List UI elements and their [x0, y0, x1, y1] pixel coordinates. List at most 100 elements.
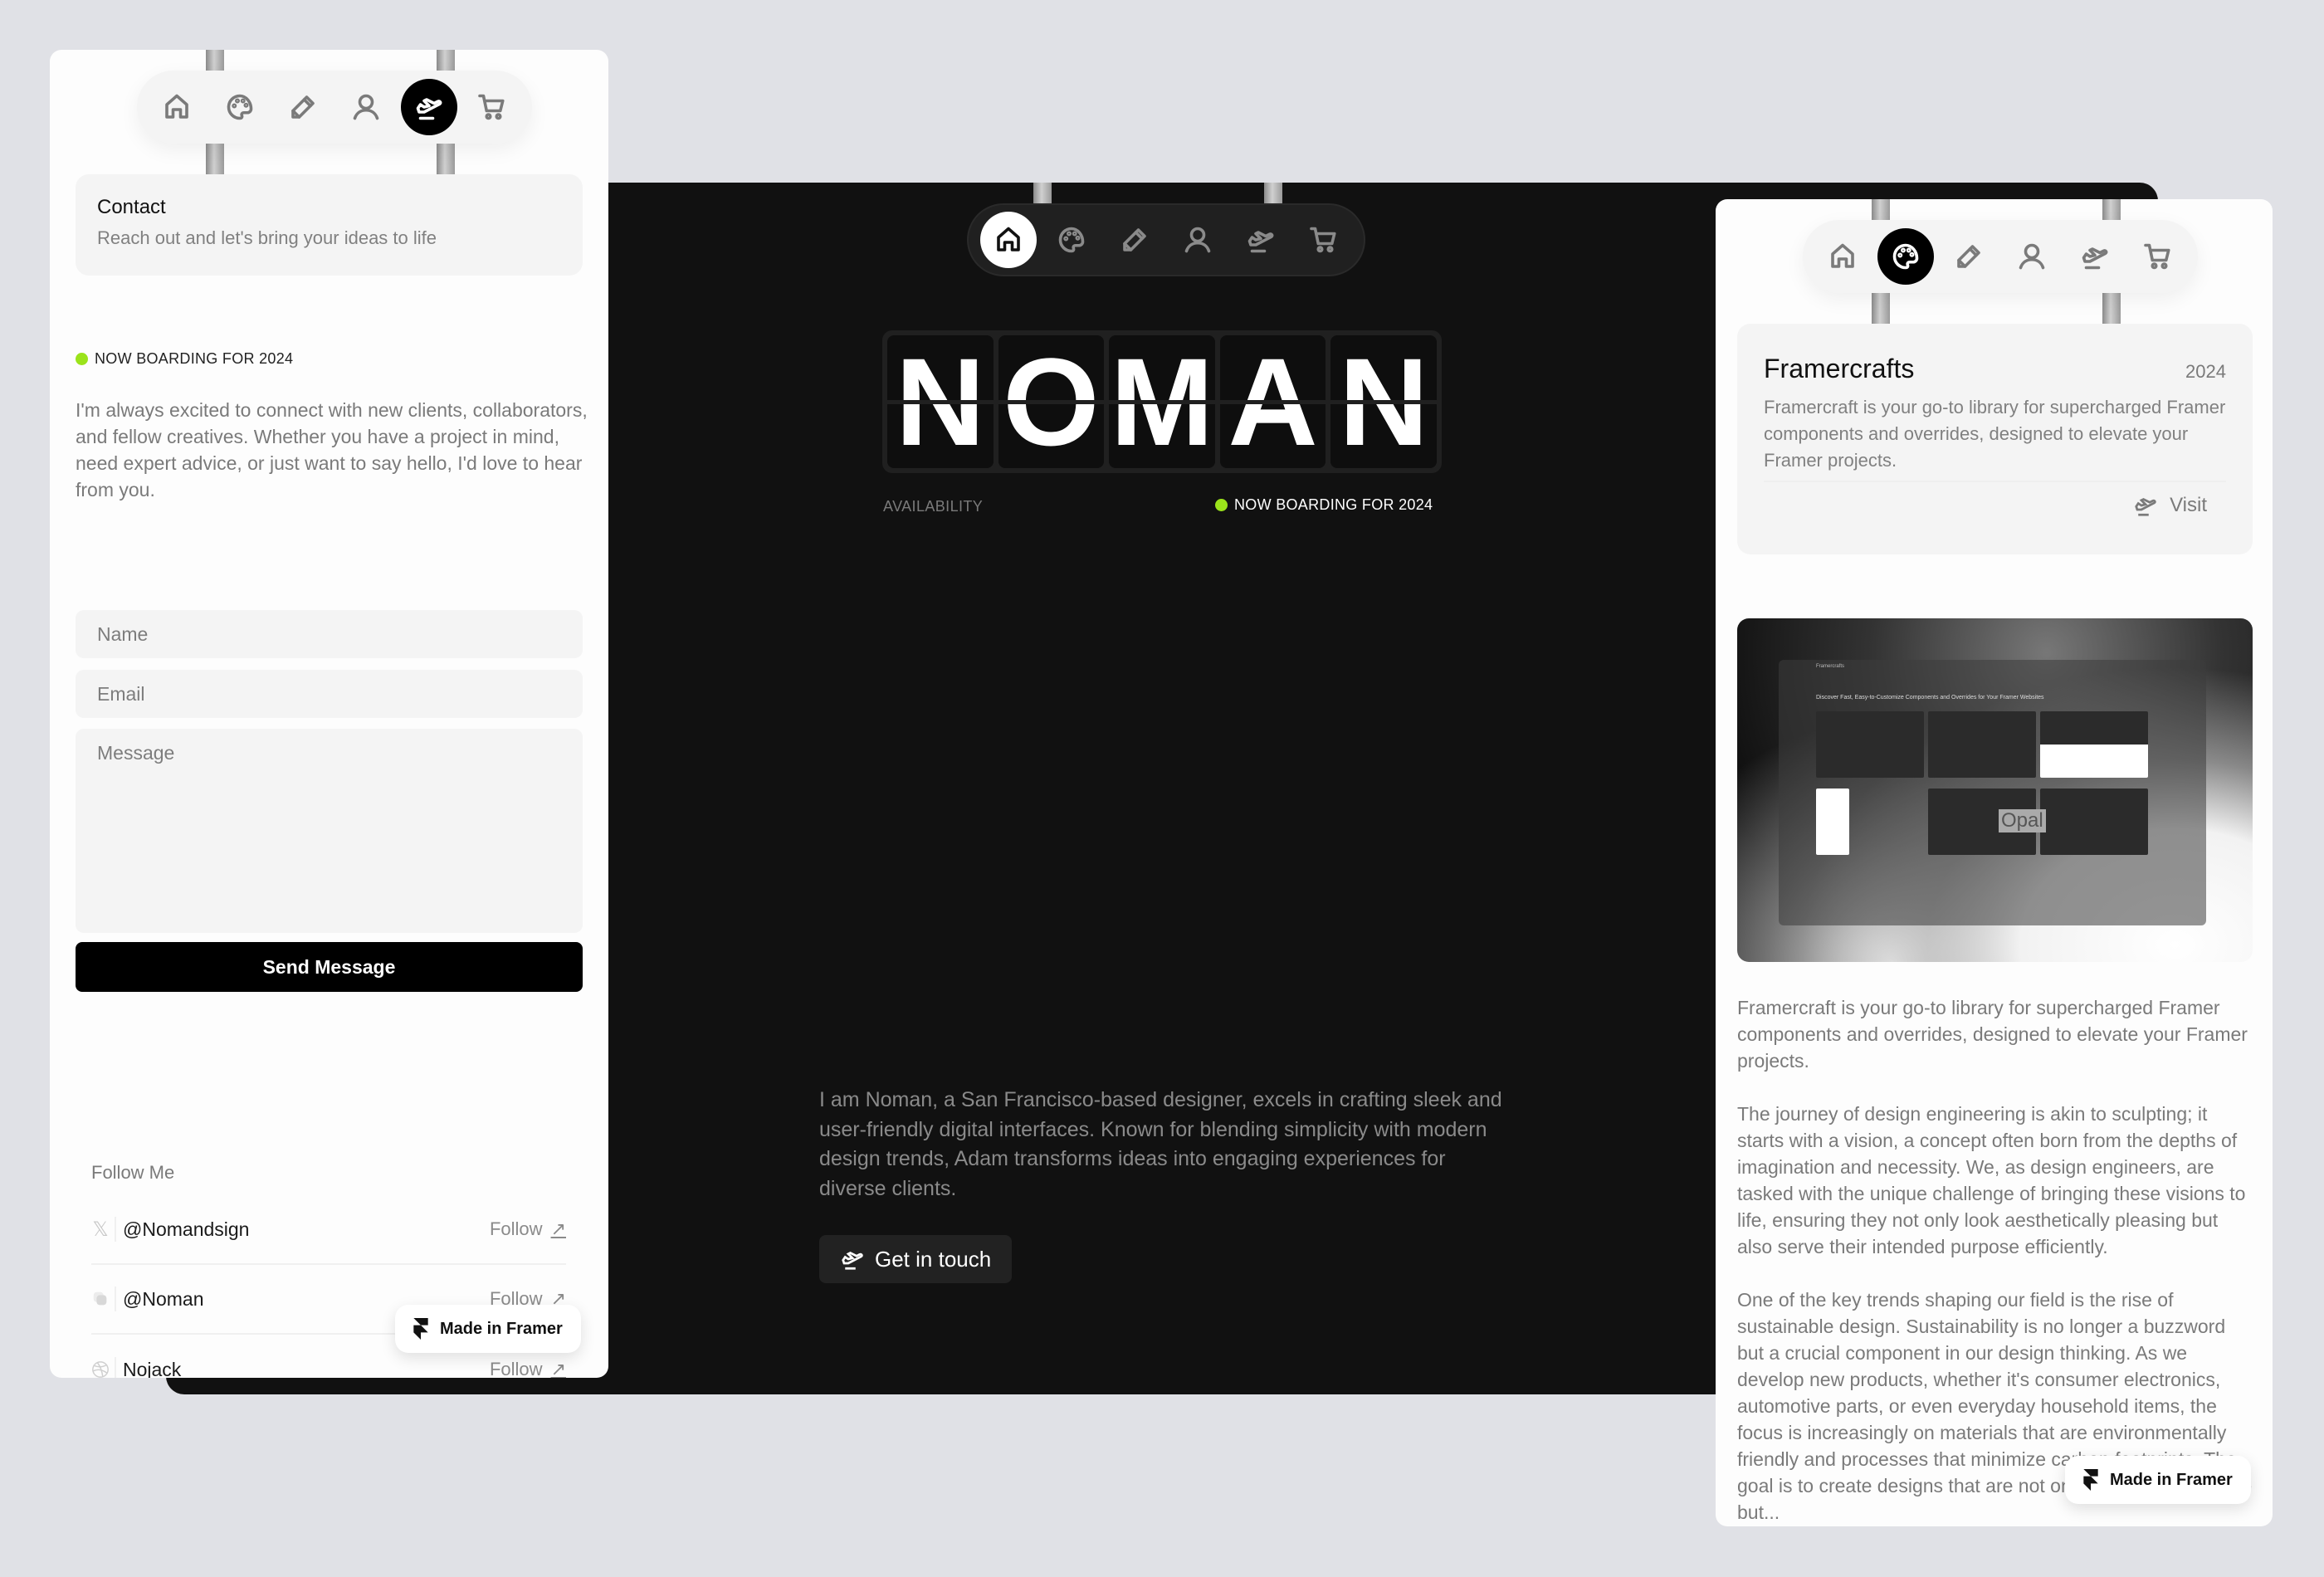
- nav-pole: [1872, 290, 1890, 324]
- plane-landing-icon: [414, 92, 444, 122]
- nav-home-button[interactable]: [1814, 228, 1871, 285]
- bio-text: I am Noman, a San Francisco-based design…: [819, 1088, 1502, 1200]
- nav-contact-button[interactable]: [401, 79, 457, 135]
- plane-landing-icon: [840, 1247, 865, 1272]
- follow-label: Follow: [489, 1359, 543, 1378]
- threads-icon: [91, 1286, 116, 1311]
- follow-link[interactable]: Follow ↗: [490, 1359, 566, 1378]
- made-in-framer-badge[interactable]: Made in Framer: [2065, 1456, 2251, 1504]
- badge-label: Made in Framer: [2110, 1470, 2233, 1489]
- nav-blog-button[interactable]: [1941, 228, 1997, 285]
- plane-landing-icon: [1246, 225, 1276, 255]
- contact-page-card: Contact Reach out and let's bring your i…: [50, 50, 608, 1378]
- palette-icon: [225, 92, 255, 122]
- preview-site-name: Framercrafts: [1816, 664, 1845, 669]
- nav-blog-button[interactable]: [1106, 212, 1163, 268]
- made-in-framer-badge[interactable]: Made in Framer: [395, 1305, 581, 1353]
- pencil-icon: [288, 92, 318, 122]
- preview-tile: [1816, 711, 1924, 778]
- message-textarea[interactable]: [76, 729, 583, 933]
- nav-work-button[interactable]: [1043, 212, 1100, 268]
- nav-shop-button[interactable]: [2130, 228, 2186, 285]
- pencil-icon: [1954, 242, 1984, 271]
- project-description: Framercraft is your go-to library for su…: [1764, 394, 2226, 482]
- follow-link[interactable]: Follow ↗: [490, 1218, 566, 1240]
- article-paragraph: Framercraft is your go-to library for su…: [1737, 997, 2248, 1072]
- cart-icon: [1309, 225, 1339, 255]
- project-year: 2024: [2185, 361, 2226, 382]
- preview-tile: [2040, 788, 2148, 855]
- status-dot-icon: [1215, 499, 1228, 511]
- follow-label: Follow: [489, 1218, 543, 1239]
- visit-button[interactable]: Visit: [2133, 493, 2207, 518]
- nav-home-button[interactable]: [149, 79, 205, 135]
- nav-contact-button[interactable]: [1233, 212, 1289, 268]
- flip-letter: N: [1330, 335, 1437, 468]
- availability-status: NOW BOARDING FOR 2024: [76, 350, 293, 368]
- preview-site-mockup: Framercrafts Discover Fast, Easy-to-Cust…: [1779, 660, 2206, 925]
- nav-work-button[interactable]: [212, 79, 268, 135]
- nav-about-button[interactable]: [1169, 212, 1226, 268]
- project-summary-box: Framercrafts 2024 Framercraft is your go…: [1737, 324, 2253, 554]
- user-icon: [1183, 225, 1213, 255]
- status-text: NOW BOARDING FOR 2024: [95, 350, 294, 367]
- nav-bar: [137, 71, 532, 144]
- dribbble-icon: [91, 1357, 116, 1378]
- flip-letter: M: [1109, 335, 1215, 468]
- visit-label: Visit: [2170, 494, 2207, 516]
- availability-status: NOW BOARDING FOR 2024: [1215, 496, 1433, 514]
- email-input[interactable]: [76, 670, 583, 718]
- nav-home-button[interactable]: [980, 212, 1037, 268]
- nav-contact-button[interactable]: [2067, 228, 2123, 285]
- flip-board-title: N O M A N: [882, 330, 1442, 473]
- get-in-touch-button[interactable]: Get in touch: [819, 1235, 1013, 1283]
- contact-header-box: Contact Reach out and let's bring your i…: [76, 174, 583, 276]
- nav-about-button[interactable]: [338, 79, 394, 135]
- cart-icon: [477, 92, 507, 122]
- arrow-up-right-icon: ↗: [550, 1359, 566, 1378]
- nav-shop-button[interactable]: [464, 79, 520, 135]
- nav-pole: [206, 141, 224, 174]
- social-handle: @Nomandsign: [123, 1218, 250, 1240]
- name-input[interactable]: [76, 610, 583, 658]
- flip-letter: N: [887, 335, 994, 468]
- nav-bar: [967, 203, 1365, 276]
- nav-shop-button[interactable]: [1296, 212, 1352, 268]
- contact-intro-text: I'm always excited to connect with new c…: [76, 399, 588, 500]
- palette-icon: [1057, 225, 1086, 255]
- nav-pole: [437, 141, 455, 174]
- cart-icon: [2143, 242, 2173, 271]
- preview-tile: [2040, 711, 2148, 778]
- project-page-card: Framercrafts 2024 Framercraft is your go…: [1716, 199, 2273, 1526]
- home-icon: [162, 92, 192, 122]
- nav-bar: [1803, 220, 2198, 293]
- flip-letter: O: [998, 335, 1105, 468]
- status-text: NOW BOARDING FOR 2024: [1234, 496, 1433, 513]
- nav-blog-button[interactable]: [275, 79, 331, 135]
- project-article: Framercraft is your go-to library for su…: [1737, 994, 2253, 1526]
- social-handle: Nojack: [123, 1358, 182, 1379]
- project-preview-image: Framercrafts Discover Fast, Easy-to-Cust…: [1737, 618, 2253, 962]
- plane-landing-icon: [2133, 493, 2158, 518]
- arrow-up-right-icon: ↗: [550, 1218, 566, 1239]
- follow-me-heading: Follow Me: [91, 1162, 175, 1183]
- get-in-touch-label: Get in touch: [875, 1246, 992, 1272]
- project-title: Framercrafts: [1764, 354, 1915, 383]
- home-icon: [1828, 242, 1858, 271]
- x-twitter-icon: 𝕏: [91, 1217, 116, 1242]
- social-row-x[interactable]: 𝕏 @Nomandsign Follow ↗: [91, 1195, 566, 1265]
- nav-pole: [2102, 290, 2121, 324]
- availability-label: AVAILABILITY: [883, 498, 984, 515]
- palette-icon: [1891, 242, 1921, 271]
- nav-about-button[interactable]: [2004, 228, 2060, 285]
- nav-work-button[interactable]: [1877, 228, 1934, 285]
- preview-headline: Discover Fast, Easy-to-Customize Compone…: [1816, 695, 2044, 701]
- framer-logo-icon: [413, 1318, 428, 1340]
- contact-title: Contact: [97, 196, 166, 218]
- send-message-button[interactable]: Send Message: [76, 942, 583, 992]
- flip-letter: A: [1219, 335, 1326, 468]
- article-paragraph: The journey of design engineering is aki…: [1737, 1103, 2246, 1257]
- status-dot-icon: [76, 353, 88, 365]
- contact-subtitle: Reach out and let's bring your ideas to …: [97, 227, 437, 248]
- preview-tile: [1816, 788, 1849, 855]
